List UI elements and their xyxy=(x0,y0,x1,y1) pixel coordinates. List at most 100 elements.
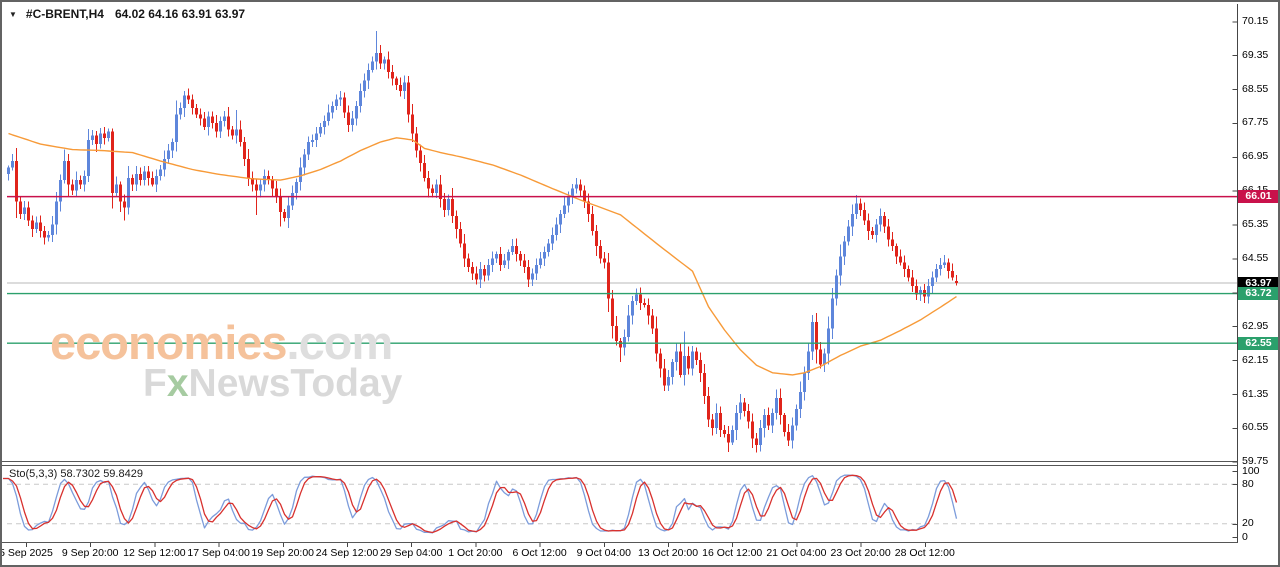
candle xyxy=(791,426,794,441)
chart-canvas[interactable] xyxy=(0,0,1280,567)
candle xyxy=(431,189,434,193)
candle xyxy=(303,155,306,168)
candle xyxy=(551,235,554,243)
candle xyxy=(903,263,906,269)
candle xyxy=(847,227,850,242)
candle xyxy=(863,210,866,221)
candle xyxy=(663,369,666,386)
candle xyxy=(351,119,354,125)
candle xyxy=(347,112,350,125)
candle xyxy=(107,131,110,137)
candle xyxy=(207,117,210,128)
ohlc-values: 64.02 64.16 63.91 63.97 xyxy=(115,7,245,21)
candle xyxy=(475,273,478,279)
candle xyxy=(159,170,162,176)
candle xyxy=(807,352,810,373)
candle xyxy=(139,174,142,180)
sto-scale-label: 20 xyxy=(1242,518,1278,529)
candle xyxy=(51,225,54,236)
candle xyxy=(335,100,338,106)
symbol-dropdown-icon[interactable]: ▼ xyxy=(9,10,17,19)
watermark-fxnewstoday: FxNewsToday xyxy=(143,364,402,403)
candle xyxy=(527,267,530,280)
candle xyxy=(231,129,234,135)
time-axis-label: 17 Sep 04:00 xyxy=(187,547,249,559)
candle xyxy=(447,199,450,210)
candle xyxy=(435,184,438,192)
candle xyxy=(183,95,186,108)
candle xyxy=(751,422,754,439)
candle xyxy=(827,328,830,353)
candle xyxy=(683,356,686,375)
candle xyxy=(839,256,842,275)
candle xyxy=(631,301,634,316)
candle xyxy=(315,134,318,140)
candle xyxy=(763,415,766,428)
candle xyxy=(907,269,910,277)
candle xyxy=(287,206,290,219)
candle xyxy=(143,172,146,180)
candle xyxy=(531,273,534,279)
stochastic-values: 58.7302 59.8429 xyxy=(60,468,143,480)
candle xyxy=(359,91,362,106)
candle xyxy=(547,244,550,252)
frame-layer xyxy=(2,4,1238,547)
candle xyxy=(935,269,938,277)
candle xyxy=(411,114,414,133)
candle xyxy=(747,411,750,422)
candle xyxy=(731,430,734,443)
candle xyxy=(719,413,722,430)
price-badge-66.01: 66.01 xyxy=(1238,190,1279,203)
watermark-x-letter: x xyxy=(167,362,189,405)
sto-scale-label: 80 xyxy=(1242,479,1278,490)
candle xyxy=(911,278,914,286)
candle xyxy=(771,413,774,426)
candle xyxy=(47,235,50,237)
candle xyxy=(23,208,26,214)
candle xyxy=(859,203,862,209)
candle xyxy=(187,95,190,99)
watermark-f-letter: F xyxy=(143,362,167,405)
candle xyxy=(371,62,374,70)
candle xyxy=(179,108,182,114)
time-axis-label: 13 Oct 20:00 xyxy=(638,547,698,559)
candle xyxy=(939,265,942,269)
candle xyxy=(887,227,890,240)
candle xyxy=(883,216,886,227)
candle xyxy=(175,114,178,142)
candle xyxy=(567,197,570,205)
candle xyxy=(35,222,38,228)
candle xyxy=(755,438,758,444)
candle xyxy=(619,341,622,347)
candle xyxy=(379,53,382,64)
price-axis-label: 62.15 xyxy=(1242,355,1278,366)
candle xyxy=(687,356,690,369)
candle xyxy=(715,413,718,428)
candle xyxy=(655,328,658,353)
candle xyxy=(55,201,58,224)
candle xyxy=(307,142,310,155)
candle xyxy=(743,402,746,410)
candle xyxy=(947,263,950,271)
candle xyxy=(815,322,818,350)
candle xyxy=(927,286,930,297)
candle xyxy=(39,222,42,230)
candle xyxy=(611,299,614,327)
candle xyxy=(955,281,958,283)
candle xyxy=(111,131,114,192)
candle xyxy=(123,201,126,207)
candle xyxy=(311,140,314,142)
time-axis-label: 12 Sep 12:00 xyxy=(123,547,185,559)
time-axis-label: 28 Oct 12:00 xyxy=(895,547,955,559)
candle xyxy=(463,244,466,259)
candle xyxy=(799,392,802,409)
candle xyxy=(211,117,214,123)
candle xyxy=(679,352,682,375)
candle xyxy=(343,98,346,113)
candle xyxy=(691,352,694,369)
candle xyxy=(667,377,670,385)
candle xyxy=(71,184,74,190)
candle xyxy=(651,316,654,329)
candle xyxy=(479,269,482,280)
price-axis-label: 68.55 xyxy=(1242,84,1278,95)
